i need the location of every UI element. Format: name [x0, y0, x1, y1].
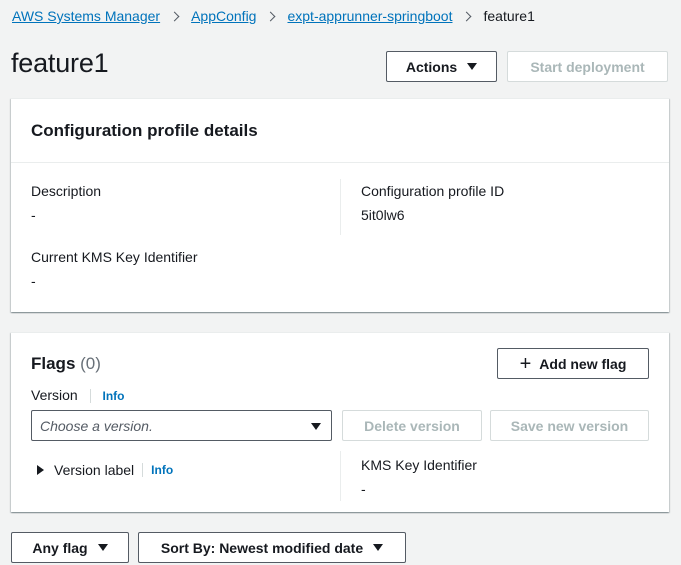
actions-button-label: Actions	[405, 58, 458, 75]
start-deployment-label: Start deployment	[530, 58, 645, 75]
flag-filter-button[interactable]: Any flag	[11, 532, 129, 563]
kms-key-value: -	[31, 273, 36, 289]
version-select[interactable]: Choose a version.	[31, 410, 332, 441]
breadcrumb-current: feature1	[483, 8, 535, 24]
plus-icon: +	[519, 352, 532, 375]
flags-heading: Flags (0)	[31, 354, 101, 374]
breadcrumb-link-application[interactable]: expt-apprunner-springboot	[287, 8, 452, 24]
delete-version-label: Delete version	[364, 417, 460, 434]
kms-key-label: Current KMS Key Identifier	[31, 249, 198, 265]
chevron-right-icon	[462, 11, 472, 21]
breadcrumb: AWS Systems Manager AppConfig expt-appru…	[12, 6, 535, 26]
info-separator	[89, 389, 91, 404]
start-deployment-button[interactable]: Start deployment	[507, 51, 668, 82]
version-label-toggle-text: Version label	[54, 462, 135, 478]
sort-by-label: Sort By: Newest modified date	[160, 539, 364, 556]
add-new-flag-label: Add new flag	[539, 355, 627, 372]
profile-details-panel: Configuration profile details Descriptio…	[11, 98, 669, 312]
profile-id-label: Configuration profile ID	[361, 183, 505, 199]
save-new-version-button[interactable]: Save new version	[490, 410, 649, 441]
description-label: Description	[31, 183, 102, 199]
profile-details-heading: Configuration profile details	[11, 99, 669, 163]
flags-kms-key-value: -	[361, 481, 366, 497]
flag-filter-label: Any flag	[32, 539, 88, 556]
version-label-info-link[interactable]: Info	[151, 463, 173, 477]
version-info-link[interactable]: Info	[102, 389, 124, 403]
save-new-version-label: Save new version	[510, 417, 629, 434]
chevron-right-icon	[266, 11, 276, 21]
flags-kms-key-label: KMS Key Identifier	[361, 457, 477, 473]
delete-version-button[interactable]: Delete version	[342, 410, 482, 441]
caret-right-icon	[37, 465, 44, 475]
caret-down-icon	[373, 544, 384, 551]
version-label: Version	[31, 387, 78, 403]
info-separator	[142, 463, 144, 477]
flags-heading-text: Flags	[31, 354, 76, 373]
column-divider	[340, 451, 341, 501]
profile-id-value: 5it0lw6	[361, 207, 405, 223]
sort-by-button[interactable]: Sort By: Newest modified date	[138, 532, 406, 563]
version-label-toggle[interactable]: Version label Info	[37, 462, 173, 478]
breadcrumb-link-appconfig[interactable]: AppConfig	[191, 8, 256, 24]
flags-panel: Flags (0) + Add new flag Version Info Ch…	[11, 332, 669, 512]
actions-button[interactable]: Actions	[386, 51, 497, 82]
add-new-flag-button[interactable]: + Add new flag	[497, 348, 649, 379]
page-title: feature1	[11, 48, 109, 78]
version-field-label: Version Info	[31, 387, 124, 404]
breadcrumb-link-systems-manager[interactable]: AWS Systems Manager	[12, 8, 160, 24]
caret-down-icon	[311, 423, 321, 430]
column-divider	[340, 179, 341, 235]
chevron-right-icon	[169, 11, 180, 21]
caret-down-icon	[97, 544, 108, 551]
caret-down-icon	[467, 63, 478, 70]
version-select-placeholder: Choose a version.	[40, 417, 153, 434]
flags-count: (0)	[80, 354, 101, 373]
description-value: -	[31, 207, 36, 223]
